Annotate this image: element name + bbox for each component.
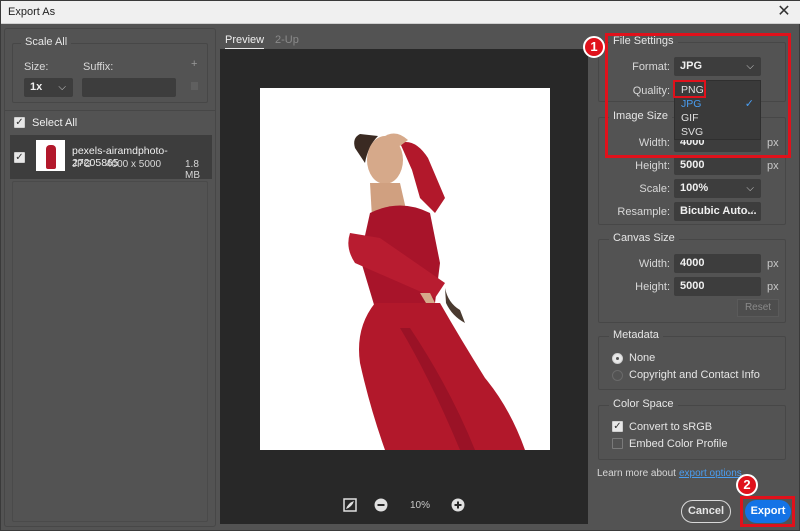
scale-value: 100% <box>680 182 709 194</box>
canvas-height-unit: px <box>767 281 779 293</box>
dropdown-option-svg[interactable]: SVG <box>681 126 703 138</box>
assets-panel: Scale All Size: Suffix: + 1x ⌵ ✓ Select … <box>4 28 216 527</box>
chevron-down-icon: ⌵ <box>746 61 754 72</box>
convert-srgb-checkbox[interactable]: ✓ <box>612 421 623 432</box>
canvas-height-input[interactable]: 5000 <box>674 277 761 296</box>
chevron-down-icon: ⌵ <box>58 82 66 93</box>
metadata-legend: Metadata <box>609 329 663 341</box>
tab-preview[interactable]: Preview <box>225 34 265 50</box>
metadata-group: Metadata <box>598 329 786 390</box>
toggle-background-icon[interactable] <box>343 498 357 512</box>
learn-more-text: Learn more about export options. <box>597 468 745 479</box>
file-format: JPG <box>72 159 92 170</box>
canvas-height-label: Height: <box>635 281 670 293</box>
cancel-button[interactable]: Cancel <box>681 500 731 523</box>
format-select[interactable]: JPG ⌵ <box>674 57 761 76</box>
canvas-width-input[interactable]: 4000 <box>674 254 761 273</box>
zoom-out-icon[interactable] <box>374 498 388 512</box>
file-settings-legend: File Settings <box>609 35 678 47</box>
dropdown-option-gif[interactable]: GIF <box>681 112 699 124</box>
format-label: Format: <box>632 61 670 73</box>
export-as-dialog: Export As ✕ Scale All Size: Suffix: + 1x… <box>0 0 800 531</box>
divider <box>5 110 215 111</box>
image-width-unit: px <box>767 137 779 149</box>
scale-label: Scale: <box>639 183 670 195</box>
empty-list-area <box>12 181 208 522</box>
canvas-size-legend: Canvas Size <box>609 232 679 244</box>
tab-2-up[interactable]: 2-Up <box>275 34 299 46</box>
dropdown-option-jpg[interactable]: JPG <box>681 98 701 110</box>
file-size: 1.8 MB <box>185 159 200 181</box>
file-list-item[interactable]: ✓ pexels-airamdphoto-27205865 JPG 4000 x… <box>10 135 212 181</box>
preview-image <box>260 88 550 450</box>
step-badge-2: 2 <box>736 474 758 496</box>
scale-all-legend: Scale All <box>21 36 72 48</box>
close-icon[interactable]: ✕ <box>775 3 793 21</box>
chevron-down-icon: ⌵ <box>746 206 754 217</box>
resample-value: Bicubic Auto... <box>680 205 757 217</box>
format-value: JPG <box>680 60 703 72</box>
size-select[interactable]: 1x ⌵ <box>24 78 73 97</box>
format-dropdown-menu: PNG JPG ✓ GIF SVG <box>674 80 761 140</box>
preview-tabs: Preview 2-Up <box>220 28 589 50</box>
file-checkbox[interactable]: ✓ <box>14 152 25 163</box>
scale-select[interactable]: 100% ⌵ <box>674 179 761 198</box>
select-all-label: Select All <box>32 117 78 129</box>
select-all-checkbox[interactable]: ✓ <box>14 117 25 128</box>
woman-in-red-dress-image <box>348 133 525 450</box>
export-options-link[interactable]: export options. <box>679 468 745 479</box>
embed-profile-checkbox[interactable] <box>612 438 623 449</box>
resample-label: Resample: <box>617 206 670 218</box>
reset-button[interactable]: Reset <box>737 299 779 317</box>
size-label: Size: <box>24 61 49 73</box>
zoom-in-icon[interactable] <box>451 498 465 512</box>
image-height-input[interactable]: 5000 <box>674 156 761 175</box>
size-value: 1x <box>30 81 43 93</box>
chevron-down-icon: ⌵ <box>746 183 754 194</box>
trash-icon[interactable] <box>191 82 198 90</box>
file-thumbnail <box>36 140 65 171</box>
step-badge-1: 1 <box>583 36 605 58</box>
metadata-none-radio[interactable] <box>612 353 623 364</box>
export-button[interactable]: Export <box>745 500 791 523</box>
add-scale-icon[interactable]: + <box>191 58 197 70</box>
convert-srgb-label: Convert to sRGB <box>629 421 713 433</box>
metadata-copyright-label: Copyright and Contact Info <box>629 369 760 381</box>
checkmark-icon: ✓ <box>744 98 754 110</box>
dropdown-option-png[interactable]: PNG <box>681 84 704 96</box>
title-bar: Export As ✕ <box>1 1 800 24</box>
embed-profile-label: Embed Color Profile <box>629 438 728 450</box>
metadata-none-label: None <box>629 352 656 364</box>
dialog-title: Export As <box>8 6 56 18</box>
learn-more-label: Learn more about <box>597 468 676 479</box>
image-height-unit: px <box>767 160 779 172</box>
zoom-level: 10% <box>410 500 431 511</box>
suffix-label: Suffix: <box>83 61 114 73</box>
image-width-label: Width: <box>638 137 670 149</box>
quality-label: Quality: <box>632 85 670 97</box>
suffix-input[interactable] <box>82 78 176 97</box>
canvas-width-label: Width: <box>638 258 670 270</box>
metadata-copyright-radio[interactable] <box>612 370 623 381</box>
canvas-width-unit: px <box>767 258 779 270</box>
preview-area: 10% <box>220 49 588 524</box>
image-size-legend: Image Size <box>609 110 673 122</box>
scale-all-group: Scale All Size: Suffix: + 1x ⌵ <box>12 36 208 103</box>
resample-select[interactable]: Bicubic Auto... ⌵ <box>674 202 761 221</box>
color-space-legend: Color Space <box>609 398 678 410</box>
image-height-label: Height: <box>635 160 670 172</box>
zoom-controls: 10% <box>220 497 588 515</box>
file-dimensions: 4000 x 5000 <box>106 159 162 170</box>
